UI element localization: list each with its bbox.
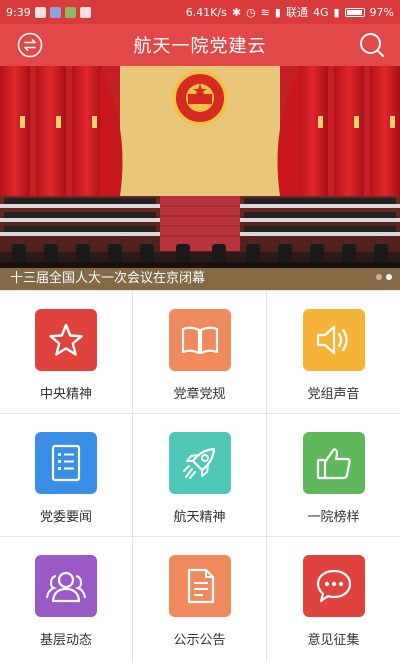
menu-item-feedback[interactable]: 意见征集 <box>267 537 400 661</box>
network-speed: 6.41K/s <box>185 5 227 19</box>
search-button[interactable] <box>358 31 386 59</box>
menu-item-label: 基层动态 <box>39 633 92 648</box>
page-title: 航天一院党建云 <box>133 36 267 57</box>
switch-icon <box>17 32 43 58</box>
menu-item-party-voice[interactable]: 党组声音 <box>267 291 400 414</box>
banner-caption: 十三届全国人大一次会议在京闭幕 <box>0 262 400 290</box>
notification-icon <box>64 6 76 18</box>
menu-item-committee-news[interactable]: 党委要闻 <box>0 414 133 537</box>
banner-image <box>0 66 400 290</box>
search-icon <box>360 33 385 58</box>
alarm-icon: ◷ <box>246 5 256 19</box>
speaker-icon <box>302 309 365 371</box>
battery-icon <box>344 7 365 17</box>
network-type: 4G <box>312 5 329 19</box>
status-time: 9:39 <box>6 5 31 19</box>
banner-pagination <box>376 274 392 280</box>
menu-item-public-notices[interactable]: 公示公告 <box>133 537 267 661</box>
star-icon <box>35 309 97 371</box>
menu-item-label: 一院榜样 <box>307 510 360 525</box>
menu-item-role-models[interactable]: 一院榜样 <box>267 414 400 537</box>
notice-icon <box>168 555 231 617</box>
signal-icon: ▮ <box>333 5 340 19</box>
menu-item-label: 中央精神 <box>39 387 92 402</box>
notification-icon <box>49 6 61 18</box>
menu-item-label: 公示公告 <box>173 633 226 648</box>
menu-item-label: 党委要闻 <box>39 510 92 525</box>
switch-button[interactable] <box>16 31 44 59</box>
app-header: 航天一院党建云 <box>0 24 400 66</box>
notification-icon <box>79 6 91 18</box>
document-list-icon <box>35 432 97 494</box>
chat-icon <box>302 555 365 617</box>
menu-item-central-spirit[interactable]: 中央精神 <box>0 291 133 414</box>
menu-item-grassroots-news[interactable]: 基层动态 <box>0 537 133 661</box>
wifi-icon: ≋ <box>260 5 270 19</box>
book-icon <box>168 309 231 371</box>
carrier-name: 联通 <box>285 6 308 19</box>
rocket-icon <box>168 432 231 494</box>
menu-grid: 中央精神 党章党规 党组声音 党委要闻 航天精神 一院榜样 基层动态 公示公告 … <box>0 290 400 661</box>
battery-level: 97% <box>369 5 394 19</box>
notification-icon <box>34 6 46 18</box>
bluetooth-icon: ✱ <box>231 5 242 19</box>
people-icon <box>35 555 97 617</box>
banner-dot-active[interactable] <box>386 274 392 280</box>
menu-item-label: 党章党规 <box>173 387 226 402</box>
news-banner[interactable]: 十三届全国人大一次会议在京闭幕 <box>0 66 400 290</box>
thumbs-up-icon <box>302 432 365 494</box>
menu-item-label: 意见征集 <box>307 633 360 648</box>
menu-item-label: 党组声音 <box>307 387 360 402</box>
menu-item-party-rules[interactable]: 党章党规 <box>133 291 267 414</box>
status-bar: 9:39 6.41K/s ✱ ◷ ≋ ▮ 联通 4G ▮ 97% <box>0 0 400 24</box>
menu-item-space-spirit[interactable]: 航天精神 <box>133 414 267 537</box>
banner-dot[interactable] <box>376 274 382 280</box>
signal-icon: ▮ <box>274 5 281 19</box>
menu-item-label: 航天精神 <box>173 510 226 525</box>
